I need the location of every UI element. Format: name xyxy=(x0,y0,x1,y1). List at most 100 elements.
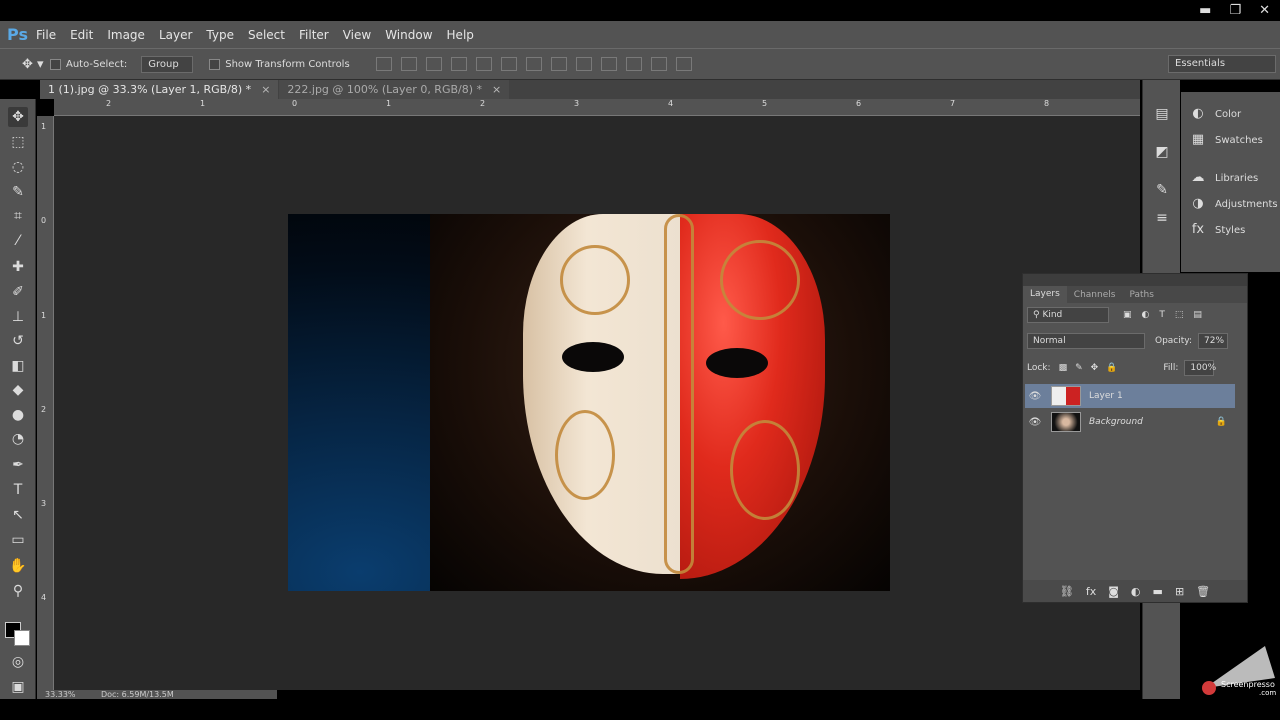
filter-kind-dropdown[interactable]: ⚲ Kind xyxy=(1027,307,1109,323)
menu-select[interactable]: Select xyxy=(248,28,285,42)
lock-icons[interactable]: ▩✎✥🔒 xyxy=(1059,363,1126,373)
brush-panel-icon[interactable]: ✎ xyxy=(1152,180,1172,200)
auto-select-dropdown[interactable]: Group xyxy=(141,55,194,73)
align-vcenter-icon[interactable] xyxy=(400,57,417,71)
transform-controls-checkbox[interactable] xyxy=(209,58,221,70)
distribute-left-icon[interactable] xyxy=(600,57,617,71)
link-icon[interactable]: ⛓ xyxy=(1060,585,1074,598)
doc-size: Doc: 6.59M/13.5M xyxy=(100,690,174,699)
menu-view[interactable]: View xyxy=(343,28,371,42)
quick-mask-icon[interactable]: ◎ xyxy=(8,652,28,672)
panel-swatches[interactable]: ▦ Swatches xyxy=(1181,127,1280,153)
properties-panel-icon[interactable]: ◩ xyxy=(1152,142,1172,162)
filter-type-icons[interactable]: ▣◐T⬚▤ xyxy=(1123,310,1212,320)
restore-button[interactable]: ❐ xyxy=(1229,3,1241,18)
zoom-tool-icon[interactable]: ⚲ xyxy=(8,581,28,601)
path-select-tool-icon[interactable]: ↖ xyxy=(8,505,28,525)
vertical-ruler[interactable]: 1 0 1 2 3 4 xyxy=(37,116,54,690)
lasso-tool-icon[interactable]: ◌ xyxy=(8,157,28,177)
panel-styles[interactable]: fx Styles xyxy=(1181,217,1280,243)
new-layer-icon[interactable]: ⊞ xyxy=(1175,585,1184,598)
rectangle-tool-icon[interactable]: ▭ xyxy=(8,530,28,550)
tab-layers[interactable]: Layers xyxy=(1023,286,1067,303)
minimize-button[interactable]: ▬ xyxy=(1199,3,1211,18)
pen-tool-icon[interactable]: ✒ xyxy=(8,455,28,475)
align-hcenter-icon[interactable] xyxy=(475,57,492,71)
distribute-vcenter-icon[interactable] xyxy=(550,57,567,71)
close-button[interactable]: ✕ xyxy=(1259,3,1270,18)
auto-select-checkbox[interactable] xyxy=(50,58,61,70)
menu-filter[interactable]: Filter xyxy=(299,28,329,42)
history-brush-tool-icon[interactable]: ↺ xyxy=(8,331,28,351)
distribute-bottom-icon[interactable] xyxy=(575,57,592,71)
workspace-dropdown[interactable]: Essentials xyxy=(1168,55,1276,73)
background-color-swatch[interactable] xyxy=(14,630,30,646)
marquee-tool-icon[interactable]: ⬚ xyxy=(8,132,28,152)
menu-file[interactable]: File xyxy=(36,28,56,42)
dodge-tool-icon[interactable]: ◔ xyxy=(8,429,28,449)
move-tool-preset-icon[interactable]: ✥ ▾ xyxy=(0,57,50,72)
panel-adjustments[interactable]: ◑ Adjustments xyxy=(1181,191,1280,217)
zoom-level[interactable]: 33.33% xyxy=(45,690,76,699)
crop-tool-icon[interactable]: ⌗ xyxy=(8,206,28,226)
brush-tool-icon[interactable]: ✐ xyxy=(8,282,28,302)
layer-row-layer-1[interactable]: 👁 Layer 1 xyxy=(1025,384,1235,408)
paint-bucket-tool-icon[interactable]: ◆ xyxy=(8,380,28,400)
quick-select-tool-icon[interactable]: ✎ xyxy=(8,182,28,202)
adjustment-layer-icon[interactable]: ◐ xyxy=(1131,585,1141,598)
history-panel-icon[interactable]: ▤ xyxy=(1152,104,1172,124)
hand-tool-icon[interactable]: ✋ xyxy=(8,556,28,576)
eye-icon[interactable]: 👁 xyxy=(1025,417,1045,428)
distribute-right-icon[interactable] xyxy=(650,57,667,71)
healing-brush-tool-icon[interactable]: ✚ xyxy=(8,257,28,277)
image-gold-swirl xyxy=(555,410,615,500)
blur-tool-icon[interactable]: ● xyxy=(8,405,28,425)
close-icon[interactable]: × xyxy=(261,83,270,96)
blend-mode-dropdown[interactable]: Normal xyxy=(1027,333,1145,349)
filter-kind-value: Kind xyxy=(1042,310,1063,320)
align-right-icon[interactable] xyxy=(500,57,517,71)
adjustments-icon: ◑ xyxy=(1192,196,1204,211)
panel-color[interactable]: ◐ Color xyxy=(1181,101,1280,127)
trash-icon[interactable]: 🗑 xyxy=(1196,585,1210,598)
layer-row-background[interactable]: 👁 Background 🔒 xyxy=(1025,410,1235,434)
menu-help[interactable]: Help xyxy=(447,28,474,42)
align-bottom-icon[interactable] xyxy=(425,57,442,71)
ruler-label: 2 xyxy=(106,99,112,108)
auto-align-icon[interactable] xyxy=(675,57,692,71)
menu-image[interactable]: Image xyxy=(107,28,145,42)
panel-header[interactable] xyxy=(1023,274,1247,286)
eraser-tool-icon[interactable]: ◧ xyxy=(8,356,28,376)
distribute-top-icon[interactable] xyxy=(525,57,542,71)
group-icon[interactable]: ▬ xyxy=(1153,585,1163,598)
tab-document-2[interactable]: 222.jpg @ 100% (Layer 0, RGB/8) * × xyxy=(279,80,510,99)
tab-channels[interactable]: Channels xyxy=(1067,290,1123,300)
align-left-icon[interactable] xyxy=(450,57,467,71)
close-icon[interactable]: × xyxy=(492,83,501,96)
opacity-field[interactable]: 72% xyxy=(1198,333,1228,349)
panel-libraries[interactable]: ☁ Libraries xyxy=(1181,165,1280,191)
tab-paths[interactable]: Paths xyxy=(1122,290,1160,300)
align-top-icon[interactable] xyxy=(375,57,392,71)
type-tool-icon[interactable]: T xyxy=(8,480,28,500)
horizontal-ruler[interactable]: 2 1 0 1 2 3 4 5 6 7 8 xyxy=(54,99,1140,116)
menu-type[interactable]: Type xyxy=(206,28,234,42)
eyedropper-tool-icon[interactable]: ⁄ xyxy=(8,231,28,251)
menu-edit[interactable]: Edit xyxy=(70,28,93,42)
lock-icon[interactable]: 🔒 xyxy=(1216,417,1227,427)
fill-field[interactable]: 100% xyxy=(1184,360,1216,376)
eye-icon[interactable]: 👁 xyxy=(1025,391,1045,402)
panel-label: Libraries xyxy=(1215,172,1259,184)
fx-icon[interactable]: fx xyxy=(1086,585,1096,598)
watermark-sub: .com xyxy=(1259,689,1277,697)
screen-mode-icon[interactable]: ▣ xyxy=(8,677,28,697)
move-tool-icon[interactable]: ✥ xyxy=(8,107,28,127)
panel-label: Swatches xyxy=(1215,134,1263,146)
mask-icon[interactable]: ◙ xyxy=(1108,585,1119,598)
clone-stamp-tool-icon[interactable]: ⊥ xyxy=(8,307,28,327)
distribute-hcenter-icon[interactable] xyxy=(625,57,642,71)
brush-presets-icon[interactable]: ≡ xyxy=(1152,208,1172,228)
menu-layer[interactable]: Layer xyxy=(159,28,192,42)
menu-window[interactable]: Window xyxy=(385,28,432,42)
tab-document-1[interactable]: 1 (1).jpg @ 33.3% (Layer 1, RGB/8) * × xyxy=(40,80,279,99)
